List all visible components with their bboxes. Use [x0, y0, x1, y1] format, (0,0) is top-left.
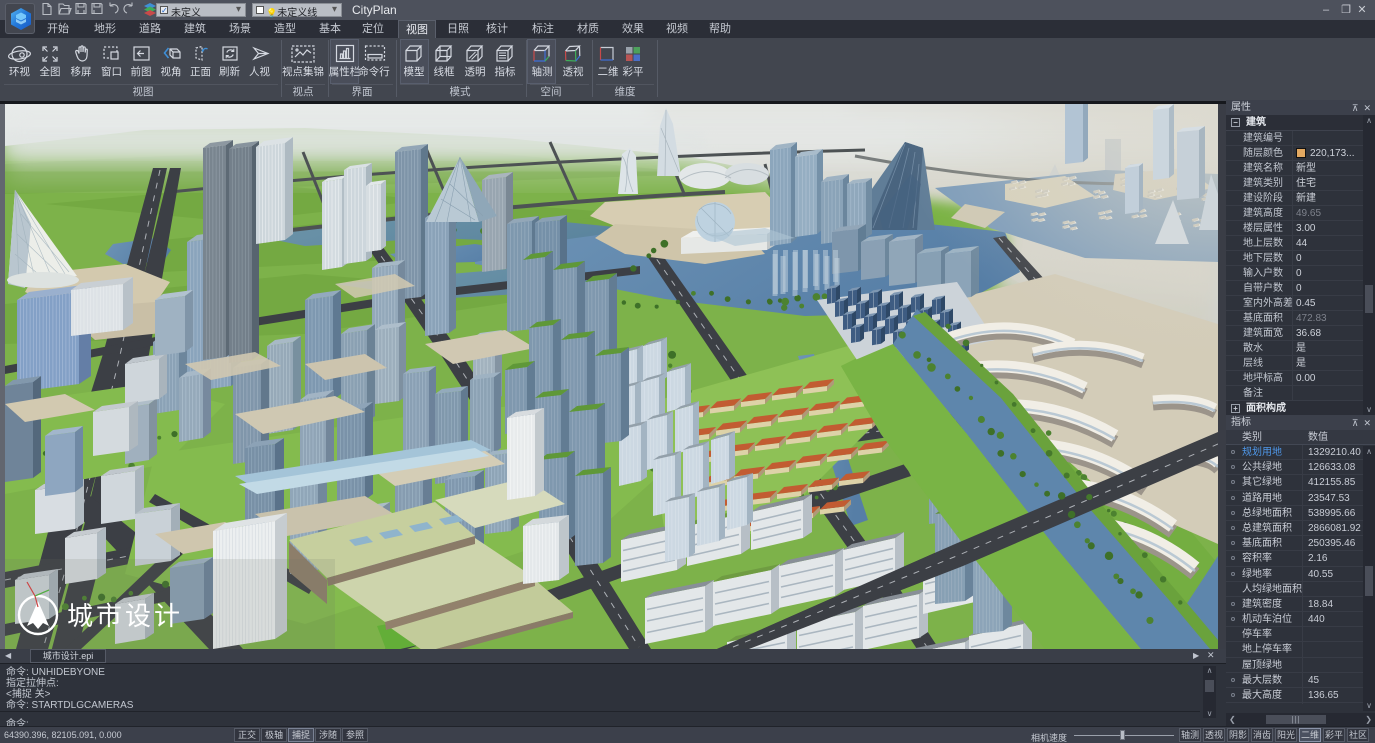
- svg-text:前图: 前图: [131, 65, 152, 78]
- svg-text:窗口: 窗口: [101, 65, 122, 78]
- svg-text:视点集锦: 视点集锦: [282, 65, 324, 78]
- svg-text:空间: 空间: [541, 85, 562, 98]
- svg-text:二维: 二维: [598, 65, 619, 78]
- svg-text:模型: 模型: [404, 65, 425, 78]
- svg-text:刷新: 刷新: [219, 65, 240, 78]
- svg-text:彩平: 彩平: [623, 66, 644, 78]
- svg-text:视点: 视点: [293, 85, 314, 98]
- svg-text:命令行: 命令行: [358, 65, 390, 78]
- svg-text:视角: 视角: [161, 65, 182, 78]
- svg-text:界面: 界面: [352, 86, 373, 98]
- svg-text:全图: 全图: [40, 65, 61, 78]
- svg-text:属性栏: 属性栏: [329, 65, 361, 78]
- svg-text:指标: 指标: [495, 65, 516, 78]
- svg-text:正面: 正面: [190, 66, 211, 78]
- svg-text:线框: 线框: [434, 65, 455, 78]
- svg-text:轴测: 轴测: [532, 65, 553, 78]
- svg-text:维度: 维度: [615, 85, 636, 98]
- svg-text:视图: 视图: [133, 85, 154, 98]
- svg-text:透视: 透视: [563, 65, 584, 78]
- svg-text:人视: 人视: [249, 65, 270, 78]
- svg-text:城市设计: 城市设计: [67, 601, 183, 631]
- svg-text:模式: 模式: [450, 85, 471, 98]
- svg-text:透明: 透明: [465, 66, 486, 78]
- svg-text:环视: 环视: [9, 65, 30, 78]
- svg-text:移屏: 移屏: [71, 65, 92, 78]
